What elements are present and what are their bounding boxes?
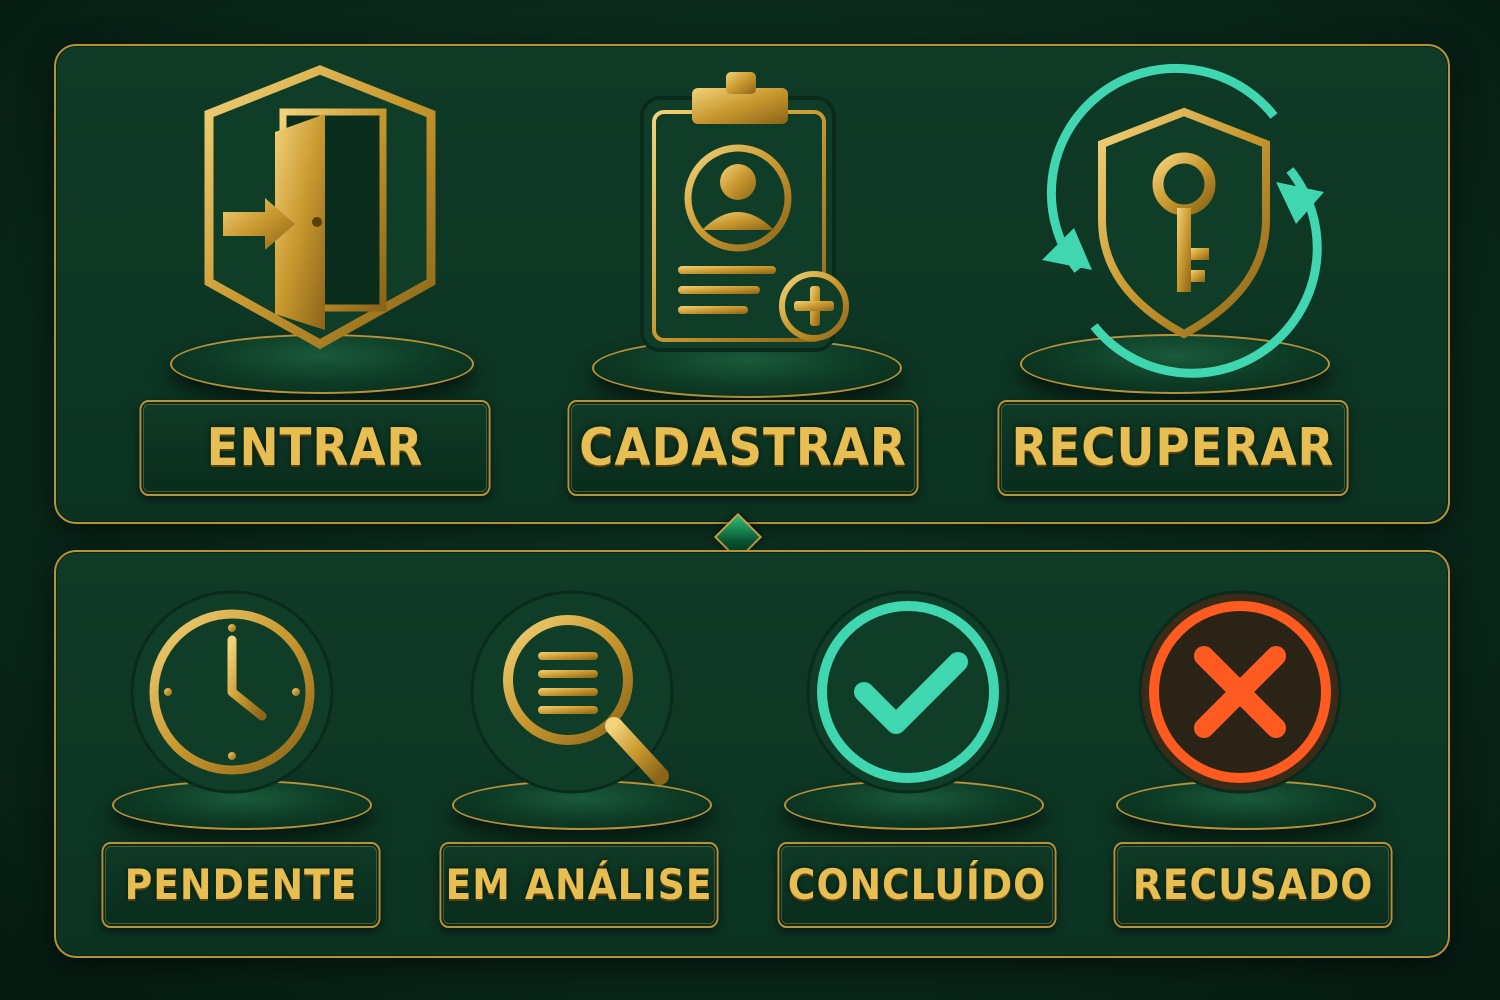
shield-key-recover-icon bbox=[1042, 63, 1324, 378]
pendente-status[interactable]: PENDENTE bbox=[101, 842, 381, 928]
cadastrar-button[interactable]: CADASTRAR bbox=[567, 400, 919, 496]
check-circle-icon bbox=[806, 590, 1010, 794]
concluido-status[interactable]: CONCLUÍDO bbox=[777, 842, 1057, 928]
entrar-button[interactable]: ENTRAR bbox=[139, 400, 491, 496]
recusado-status[interactable]: RECUSADO bbox=[1113, 842, 1393, 928]
magnifier-list-icon bbox=[470, 590, 674, 794]
recuperar-button[interactable]: RECUPERAR bbox=[997, 400, 1349, 496]
door-enter-icon bbox=[204, 65, 436, 350]
clipboard-add-user-icon bbox=[640, 72, 849, 352]
clock-icon bbox=[130, 590, 334, 794]
em-analise-status[interactable]: EM ANÁLISE bbox=[439, 842, 719, 928]
x-circle-icon bbox=[1138, 590, 1342, 794]
